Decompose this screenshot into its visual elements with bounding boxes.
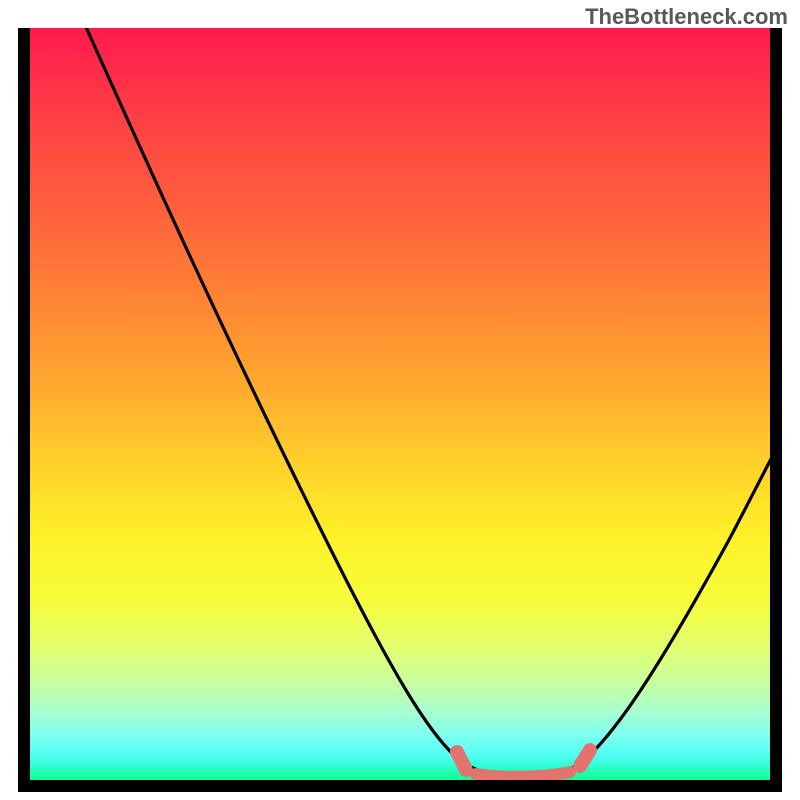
optimal-band-middle — [476, 772, 570, 777]
plot-area — [30, 28, 770, 780]
curve-svg — [30, 28, 770, 780]
bottleneck-curve — [82, 28, 770, 776]
chart-frame — [18, 28, 782, 792]
optimal-band-right-cap — [580, 750, 590, 766]
watermark-text: TheBottleneck.com — [585, 4, 788, 30]
optimal-band-left-cap — [457, 752, 466, 770]
chart-container: TheBottleneck.com — [0, 0, 800, 800]
